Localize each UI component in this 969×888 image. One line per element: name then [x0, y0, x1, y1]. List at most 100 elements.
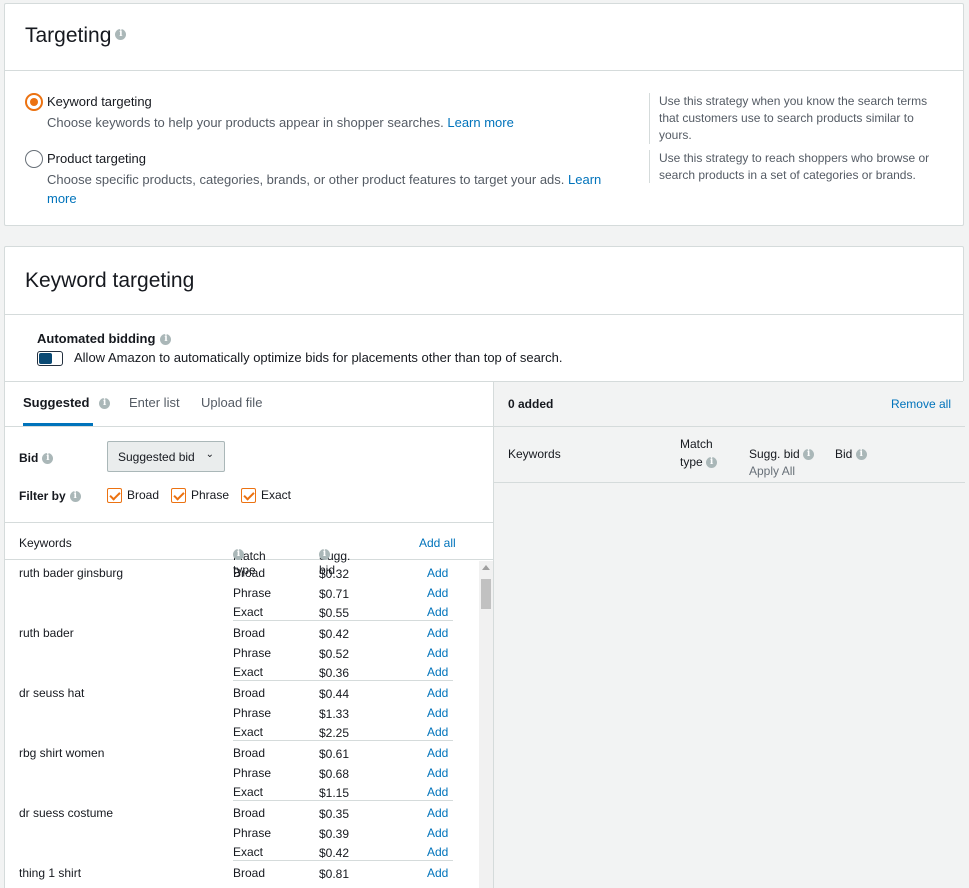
info-icon[interactable]: i: [69, 491, 81, 503]
keyword-text: ruth bader ginsburg: [19, 566, 124, 580]
keyword-group: dr seuss hat Broad $0.44 Add Phrase $1.33 Add E…: [5, 681, 479, 741]
info-icon[interactable]: i: [706, 457, 718, 469]
add-keyword-link[interactable]: Add: [427, 785, 448, 799]
suggested-keywords-panel: Suggested i Enter list Upload file Bid i …: [5, 381, 493, 888]
keyword-targeting-label: Keyword targeting: [47, 94, 152, 109]
match-type: Phrase: [233, 825, 272, 840]
info-icon[interactable]: i: [319, 549, 330, 560]
bid-label: Bid i: [19, 451, 54, 465]
added-keywords-panel: 0 added Remove all Keywords Match type i…: [493, 381, 965, 888]
keyword-source-tabs: Suggested i Enter list Upload file: [5, 381, 493, 427]
add-keyword-link[interactable]: Add: [427, 806, 448, 820]
remove-all-link[interactable]: Remove all: [891, 397, 951, 411]
add-all-link[interactable]: Add all: [419, 536, 456, 550]
keyword-group: ruth bader Broad $0.42 Add Phrase $0.52 Add Exa…: [5, 621, 479, 681]
match-type: Broad: [233, 746, 266, 760]
keyword-targeting-description: Choose keywords to help your products ap…: [47, 113, 627, 132]
product-targeting-description-text: Choose specific products, categories, br…: [47, 172, 565, 187]
bid-select[interactable]: Suggested bid ⌄: [107, 441, 225, 472]
keyword-targeting-header: Keyword targeting: [5, 247, 963, 315]
bid-label-text: Bid: [19, 451, 39, 465]
apply-all-link[interactable]: Apply All: [749, 464, 795, 478]
add-keyword-link[interactable]: Add: [427, 826, 448, 840]
info-icon[interactable]: i: [803, 449, 815, 461]
scrollbar[interactable]: [479, 561, 493, 888]
keyword-targeting-description-text: Choose keywords to help your products ap…: [47, 115, 444, 130]
add-keyword-link[interactable]: Add: [427, 586, 448, 600]
tab-enter-list[interactable]: Enter list: [129, 395, 180, 410]
filter-phrase-label: Phrase: [191, 488, 230, 502]
suggested-bid: $0.39: [319, 826, 350, 841]
tab-upload-file[interactable]: Upload file: [201, 395, 262, 410]
add-keyword-link[interactable]: Add: [427, 766, 448, 780]
column-keywords: Keywords: [19, 536, 72, 550]
keyword-targeting-radio[interactable]: [25, 93, 43, 111]
filter-by-label: Filter by i: [19, 489, 81, 503]
add-keyword-link[interactable]: Add: [427, 725, 448, 739]
automated-bidding-toggle[interactable]: [37, 351, 63, 366]
add-keyword-link[interactable]: Add: [427, 686, 448, 700]
automated-bidding-label: Automated bidding i: [37, 331, 172, 346]
chevron-down-icon: ⌄: [205, 449, 214, 460]
add-keyword-link[interactable]: Add: [427, 626, 448, 640]
suggested-bid: $0.32: [319, 567, 350, 581]
automated-bidding-description: Allow Amazon to automatically optimize b…: [74, 350, 563, 365]
added-column-bid-label: Bid: [835, 447, 853, 461]
info-icon[interactable]: i: [855, 449, 867, 461]
scroll-up-icon[interactable]: [482, 565, 490, 570]
suggested-bid: $0.61: [319, 747, 350, 761]
added-count: 0 added: [508, 397, 554, 411]
add-keyword-link[interactable]: Add: [427, 646, 448, 660]
suggested-bid: $0.42: [319, 627, 350, 641]
targeting-title: Targeting: [25, 24, 112, 47]
info-icon[interactable]: i: [160, 334, 172, 346]
targeting-card: Targeting i Keyword targeting Choose keyw…: [4, 3, 964, 226]
add-keyword-link[interactable]: Add: [427, 866, 448, 880]
learn-more-link[interactable]: Learn more: [447, 115, 513, 130]
product-targeting-description: Choose specific products, categories, br…: [47, 170, 627, 208]
keyword-group: ruth bader ginsburg Broad $0.32 Add Phrase $0…: [5, 561, 479, 621]
keyword-text: dr suess costume: [19, 806, 114, 820]
match-type: Exact: [233, 725, 264, 739]
match-type: Phrase: [233, 765, 272, 780]
scrollbar-thumb[interactable]: [481, 579, 491, 609]
add-keyword-link[interactable]: Add: [427, 605, 448, 619]
suggested-bid: $2.25: [319, 726, 350, 740]
keyword-targeting-help: Use this strategy when you know the sear…: [649, 93, 949, 144]
add-keyword-link[interactable]: Add: [427, 706, 448, 720]
keyword-group: dr suess costume Broad $0.35 Add Phrase $0.39…: [5, 801, 479, 861]
add-keyword-link[interactable]: Add: [427, 845, 448, 859]
product-targeting-option[interactable]: Product targeting Choose specific produc…: [25, 150, 625, 208]
filter-by-label-text: Filter by: [19, 489, 66, 503]
match-type: Broad: [233, 566, 266, 580]
added-column-keywords: Keywords: [508, 447, 561, 461]
targeting-header: Targeting i: [5, 4, 963, 71]
info-icon[interactable]: i: [233, 549, 244, 560]
filter-phrase-checkbox[interactable]: Phrase: [171, 488, 230, 504]
add-keyword-link[interactable]: Add: [427, 746, 448, 760]
info-icon[interactable]: i: [99, 398, 111, 410]
automated-bidding-title: Automated bidding: [37, 331, 156, 346]
match-type: Broad: [233, 806, 266, 820]
filter-exact-checkbox[interactable]: Exact: [241, 488, 291, 504]
added-column-type: type i: [680, 455, 718, 469]
product-targeting-radio[interactable]: [25, 150, 43, 168]
keyword-targeting-option[interactable]: Keyword targeting Choose keywords to hel…: [25, 93, 625, 133]
add-keyword-link[interactable]: Add: [427, 566, 448, 580]
added-column-match: Match: [680, 437, 713, 451]
keyword-text: rbg shirt women: [19, 746, 105, 760]
suggested-table-header: Keywords Match type i Sugg. bid i Add al…: [5, 522, 493, 577]
checkbox-icon: [241, 488, 256, 504]
suggested-bid: $0.52: [319, 646, 350, 661]
info-icon[interactable]: i: [42, 453, 54, 465]
match-type: Phrase: [233, 645, 272, 660]
tab-suggested[interactable]: Suggested i: [23, 395, 111, 410]
filter-broad-checkbox[interactable]: Broad: [107, 488, 159, 504]
info-icon[interactable]: i: [115, 28, 127, 40]
divider: [5, 381, 963, 382]
add-keyword-link[interactable]: Add: [427, 665, 448, 679]
keyword-text: ruth bader: [19, 626, 74, 640]
match-type: Exact: [233, 605, 264, 619]
keyword-text: dr seuss hat: [19, 686, 85, 700]
suggested-bid: $0.35: [319, 807, 350, 821]
